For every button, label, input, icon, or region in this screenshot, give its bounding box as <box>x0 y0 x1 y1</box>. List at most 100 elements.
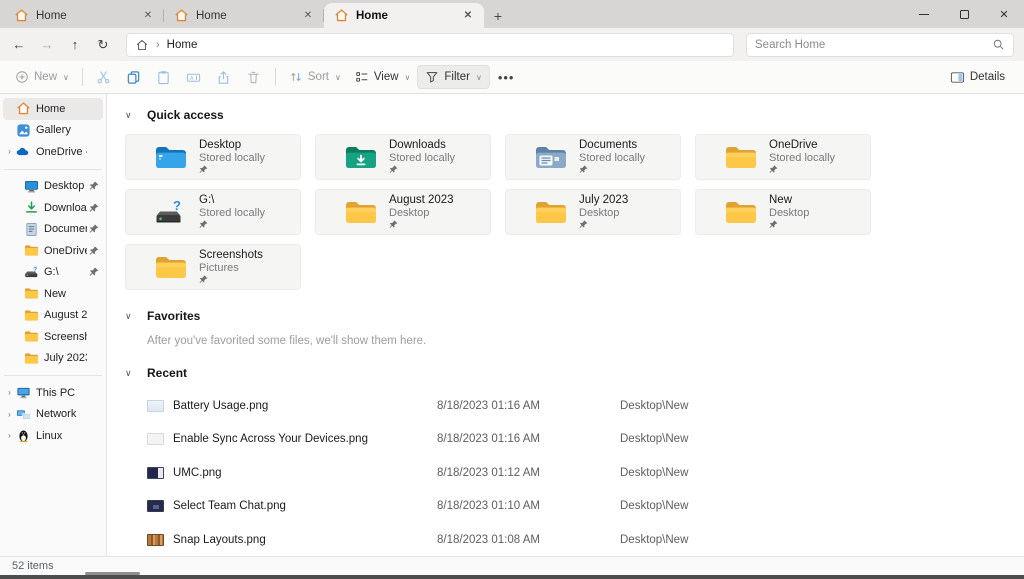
close-button[interactable]: ✕ <box>984 0 1024 28</box>
view-button[interactable]: View∨ <box>348 66 418 88</box>
tab-close-icon[interactable]: ✕ <box>460 8 476 24</box>
chevron-down-icon[interactable]: ∨ <box>125 110 147 121</box>
pin-icon <box>579 165 645 175</box>
quick-access-card[interactable]: Screenshots Pictures <box>125 244 301 290</box>
card-title: Documents <box>579 139 645 152</box>
quick-access-card[interactable]: Documents Stored locally <box>505 134 681 180</box>
explorer-tab[interactable]: Home ✕ <box>164 3 324 28</box>
tab-close-icon[interactable]: ✕ <box>140 8 156 24</box>
toolbar-divider <box>82 68 83 86</box>
folder-documents-icon <box>534 144 568 171</box>
folder-icon <box>24 308 39 323</box>
sidebar-item[interactable]: › Gallery <box>3 120 103 142</box>
pin-icon <box>89 246 99 256</box>
sidebar-divider <box>4 375 102 376</box>
card-subtitle: Desktop <box>389 207 454 220</box>
recent-file-row[interactable]: UMC.png 8/18/2023 01:12 AM Desktop\New <box>125 456 1024 490</box>
sidebar-item[interactable]: › New <box>3 283 103 305</box>
quick-access-card[interactable]: Desktop Stored locally <box>125 134 301 180</box>
copy-icon <box>126 70 141 85</box>
main-content: ∨ Quick access Desktop Stored locally Do… <box>107 94 1024 556</box>
more-options-button[interactable]: ••• <box>490 70 523 85</box>
recent-files-list: Battery Usage.png 8/18/2023 01:16 AM Des… <box>125 389 1024 556</box>
paste-button[interactable] <box>149 64 179 90</box>
sidebar-item[interactable]: › This PC <box>3 382 103 404</box>
sidebar-item[interactable]: › August 2023 <box>3 305 103 327</box>
details-pane-icon <box>950 70 965 85</box>
sidebar-item[interactable]: › July 2023 <box>3 348 103 370</box>
recent-file-row[interactable]: Snap Layouts.png 8/18/2023 01:08 AM Desk… <box>125 523 1024 556</box>
recent-file-row[interactable]: Battery Usage.png 8/18/2023 01:16 AM Des… <box>125 389 1024 423</box>
pin-icon <box>769 220 809 230</box>
sidebar-item[interactable]: › Desktop <box>3 176 103 198</box>
delete-button[interactable] <box>239 64 269 90</box>
home-icon <box>334 8 349 23</box>
card-title: Screenshots <box>199 249 263 262</box>
sort-icon <box>289 70 303 84</box>
sidebar-item[interactable]: › OneDrive - Persona <box>3 141 103 163</box>
share-button[interactable] <box>209 64 239 90</box>
forward-button[interactable]: → <box>34 33 60 57</box>
new-button[interactable]: New∨ <box>8 66 76 88</box>
file-name: UMC.png <box>173 467 437 479</box>
file-explorer-window: Home ✕ Home ✕ Home ✕ + ✕ ← → ↑ ↻ › Home <box>0 0 1024 579</box>
quick-access-card[interactable]: July 2023 Desktop <box>505 189 681 235</box>
search-box[interactable] <box>746 33 1014 57</box>
quick-access-card[interactable]: OneDrive Stored locally <box>695 134 871 180</box>
minimize-button[interactable] <box>904 0 944 28</box>
chevron-down-icon[interactable]: ∨ <box>125 368 147 379</box>
favorites-empty-message: After you've favorited some files, we'll… <box>147 335 1024 347</box>
quick-access-header: ∨ Quick access <box>125 108 1024 122</box>
chevron-right-icon[interactable]: › <box>3 147 16 156</box>
drive-large-icon: ? <box>154 199 188 226</box>
quick-access-card[interactable]: ? G:\ Stored locally <box>125 189 301 235</box>
file-name: Snap Layouts.png <box>173 534 437 546</box>
rename-button[interactable]: A <box>179 64 209 90</box>
sidebar-item[interactable]: › Network <box>3 404 103 426</box>
breadcrumb-location[interactable]: Home <box>167 39 198 51</box>
cut-button[interactable] <box>89 64 119 90</box>
details-pane-button[interactable]: Details <box>943 66 1012 89</box>
sidebar-item[interactable]: › OneDrive <box>3 240 103 262</box>
sidebar-item-label: Home <box>36 103 87 115</box>
chevron-right-icon[interactable]: › <box>3 410 16 419</box>
new-tab-button[interactable]: + <box>484 3 512 28</box>
sidebar-item-label: OneDrive - Persona <box>36 146 87 158</box>
chevron-right-icon[interactable]: › <box>3 431 16 440</box>
chevron-right-icon[interactable]: › <box>3 388 16 397</box>
sidebar-item[interactable]: › Downloads <box>3 197 103 219</box>
recent-file-row[interactable]: Enable Sync Across Your Devices.png 8/18… <box>125 423 1024 457</box>
refresh-button[interactable]: ↻ <box>90 33 116 57</box>
sidebar-item[interactable]: › Home <box>3 98 103 120</box>
card-subtitle: Desktop <box>579 207 628 220</box>
quick-access-card[interactable]: Downloads Stored locally <box>315 134 491 180</box>
explorer-tab[interactable]: Home ✕ <box>4 3 164 28</box>
view-icon <box>355 70 369 84</box>
sidebar-item[interactable]: › ? G:\ <box>3 262 103 284</box>
sidebar-item[interactable]: › Linux <box>3 425 103 447</box>
pin-icon <box>579 220 628 230</box>
back-button[interactable]: ← <box>6 33 32 57</box>
quick-access-card[interactable]: August 2023 Desktop <box>315 189 491 235</box>
search-input[interactable] <box>755 39 992 51</box>
quick-access-card[interactable]: New Desktop <box>695 189 871 235</box>
pin-icon <box>89 224 99 234</box>
address-bar[interactable]: › Home <box>126 33 734 57</box>
horizontal-scrollbar[interactable] <box>85 572 140 575</box>
folder-large-icon <box>534 199 568 226</box>
sidebar-item[interactable]: › Screenshots <box>3 326 103 348</box>
copy-button[interactable] <box>119 64 149 90</box>
recent-file-row[interactable]: Select Team Chat.png 8/18/2023 01:10 AM … <box>125 490 1024 524</box>
filter-button[interactable]: Filter∨ <box>417 65 489 89</box>
explorer-tab[interactable]: Home ✕ <box>324 3 484 28</box>
maximize-button[interactable] <box>944 0 984 28</box>
file-date: 8/18/2023 01:08 AM <box>437 534 620 546</box>
tab-close-icon[interactable]: ✕ <box>300 8 316 24</box>
trash-icon <box>246 70 261 85</box>
up-button[interactable]: ↑ <box>62 33 88 57</box>
sort-button[interactable]: Sort∨ <box>282 66 348 88</box>
chevron-down-icon[interactable]: ∨ <box>125 311 147 322</box>
downloads-icon <box>24 200 39 215</box>
sidebar-item[interactable]: › Documents <box>3 219 103 241</box>
sidebar-item-label: Gallery <box>36 124 87 136</box>
